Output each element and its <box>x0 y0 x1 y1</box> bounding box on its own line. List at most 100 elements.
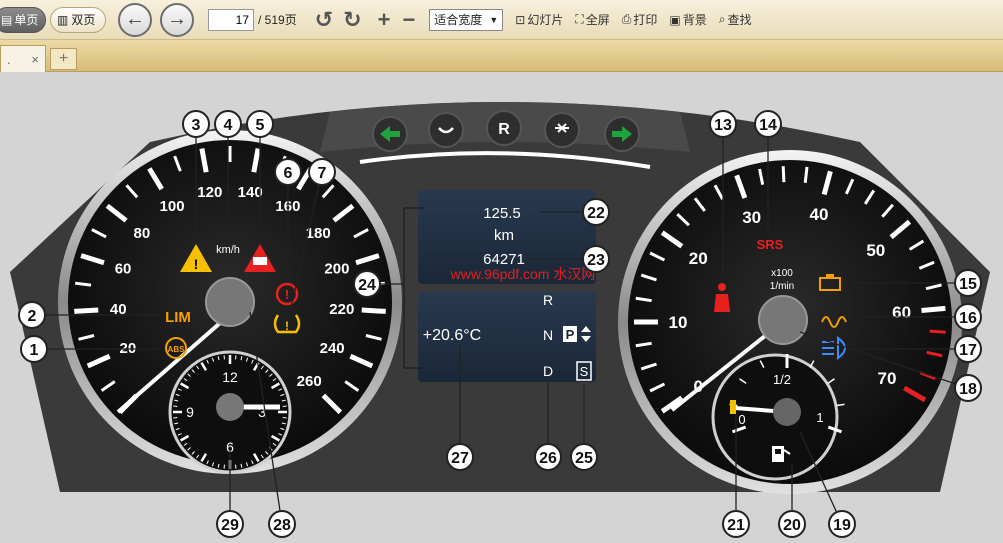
single-page-button[interactable]: ▤ 单页 <box>0 6 46 33</box>
callout-label: 19 <box>833 517 851 534</box>
rpm-tick-label: 50 <box>866 241 885 260</box>
gear-d: D <box>543 363 553 379</box>
callout-label: 7 <box>318 165 327 182</box>
gear-n: N <box>543 327 553 343</box>
fuel-label-full: 1 <box>816 410 823 425</box>
callout-label: 24 <box>358 277 376 294</box>
srs-indicator: SRS <box>757 237 784 252</box>
speed-tick-label: 100 <box>160 198 185 215</box>
fuel-label-empty: 0 <box>738 412 745 427</box>
callout-label: 29 <box>221 517 239 534</box>
rpm-tick-label: 30 <box>742 208 761 227</box>
document-tab[interactable]: . × <box>0 45 46 72</box>
svg-text:!: ! <box>285 319 289 333</box>
fullscreen-button[interactable]: ⛶ 全屏 <box>575 11 609 28</box>
arrow-right-icon: → <box>167 8 187 30</box>
fuel-tick <box>836 403 845 407</box>
callout-label: 27 <box>451 450 469 467</box>
callout-label: 26 <box>539 450 557 467</box>
rpm-tick-label: 60 <box>892 303 911 322</box>
svg-text:ABS: ABS <box>168 345 186 354</box>
speed-tick-label: 260 <box>297 373 322 390</box>
fuel-reserve-lamp <box>730 400 736 414</box>
speed-tick-label: 60 <box>115 261 132 278</box>
rpm-unit-line1: x100 <box>771 268 793 279</box>
single-page-icon: ▤ <box>1 12 13 27</box>
callout-label: 20 <box>783 517 801 534</box>
callout-label: 15 <box>959 276 977 293</box>
callout-label: 18 <box>959 381 977 398</box>
background-button[interactable]: ▣ 背景 <box>669 11 706 28</box>
callout-label: 17 <box>959 342 977 359</box>
slideshow-icon: ⊡ <box>515 12 526 27</box>
chevron-down-icon: ▼ <box>489 14 499 25</box>
callout-label: 2 <box>28 308 37 325</box>
callout-label: 23 <box>587 252 605 269</box>
outside-temperature: +20.6°C <box>423 327 481 344</box>
svg-text:!: ! <box>285 287 289 302</box>
rpm-tick-label: 40 <box>810 205 829 224</box>
rpm-tick <box>929 329 946 334</box>
speed-tick <box>74 307 99 314</box>
arrow-left-icon: ← <box>125 8 145 30</box>
zoom-in-icon[interactable]: + <box>378 7 391 33</box>
gear-s: S <box>580 364 589 379</box>
fuel-hub <box>773 398 801 426</box>
speed-tick <box>74 281 92 287</box>
callout-label: 21 <box>727 517 745 534</box>
prev-page-button[interactable]: ← <box>118 2 152 37</box>
reverse-label: R <box>498 121 510 138</box>
print-button[interactable]: ⎙ 打印 <box>622 11 658 28</box>
trip-distance: 125.5 <box>483 205 521 222</box>
gear-r: R <box>543 292 553 308</box>
rpm-unit-line2: 1/min <box>770 281 794 292</box>
plus-icon: + <box>58 50 69 67</box>
speed-tick-label: 220 <box>329 301 354 318</box>
callout-label: 3 <box>192 117 201 134</box>
fog-light-indicator <box>544 112 580 148</box>
rotate-right-icon[interactable]: ↻ <box>343 7 361 33</box>
callout-label: 25 <box>575 450 593 467</box>
double-page-button[interactable]: ▥ 双页 <box>50 6 106 33</box>
zoom-out-icon[interactable]: − <box>402 7 415 33</box>
page-number-input[interactable] <box>208 8 254 31</box>
tab-bar: . × + <box>0 40 1003 72</box>
close-icon[interactable]: × <box>31 52 39 67</box>
search-icon: ⌕ <box>718 12 726 26</box>
zoom-mode-select[interactable]: 适合宽度 ▼ <box>429 8 504 31</box>
speed-tick-label: 120 <box>197 184 222 201</box>
add-tab-button[interactable]: + <box>50 48 77 70</box>
trip-unit: km <box>494 227 514 244</box>
gear-p: P <box>566 327 575 342</box>
clock-label-12: 12 <box>222 369 238 385</box>
rpm-tick <box>803 166 809 183</box>
rotate-left-icon[interactable]: ↺ <box>315 7 333 33</box>
find-button[interactable]: ⌕ 查找 <box>719 11 752 28</box>
callout-label: 1 <box>30 342 39 359</box>
double-page-icon: ▥ <box>57 12 69 27</box>
instrument-cluster-illustration: 20406080100120140160180200220240260 0102… <box>10 102 990 538</box>
toolbar: ▤ 单页 ▥ 双页 ← → / 519页 ↺ ↻ + − 适合宽度 ▼ ⊡ 幻灯… <box>0 0 1003 40</box>
callout-label: 22 <box>587 205 605 222</box>
slideshow-button[interactable]: ⊡ 幻灯片 <box>515 11 563 28</box>
speed-tick-label: 240 <box>320 340 345 357</box>
clock-hub <box>216 393 244 421</box>
rpm-tick-label: 20 <box>689 249 708 268</box>
callout-label: 14 <box>759 117 777 134</box>
fullscreen-icon: ⛶ <box>575 12 584 26</box>
speed-tick <box>361 307 386 314</box>
fuel-label-half: 1/2 <box>773 372 791 387</box>
document-viewer[interactable]: 20406080100120140160180200220240260 0102… <box>0 72 1003 543</box>
speed-unit-label: km/h <box>216 244 240 256</box>
rpm-tick <box>781 166 786 183</box>
speed-tick-label: 140 <box>238 184 263 201</box>
speedometer-hub <box>205 277 255 327</box>
total-pages-label: / 519页 <box>258 13 297 27</box>
next-page-button[interactable]: → <box>160 2 194 37</box>
background-icon: ▣ <box>669 12 681 27</box>
lim-indicator: LIM <box>165 309 191 326</box>
printer-icon: ⎙ <box>621 12 632 26</box>
callout-label: 28 <box>273 517 291 534</box>
callout-label: 16 <box>959 310 977 327</box>
rpm-tick <box>921 305 946 313</box>
